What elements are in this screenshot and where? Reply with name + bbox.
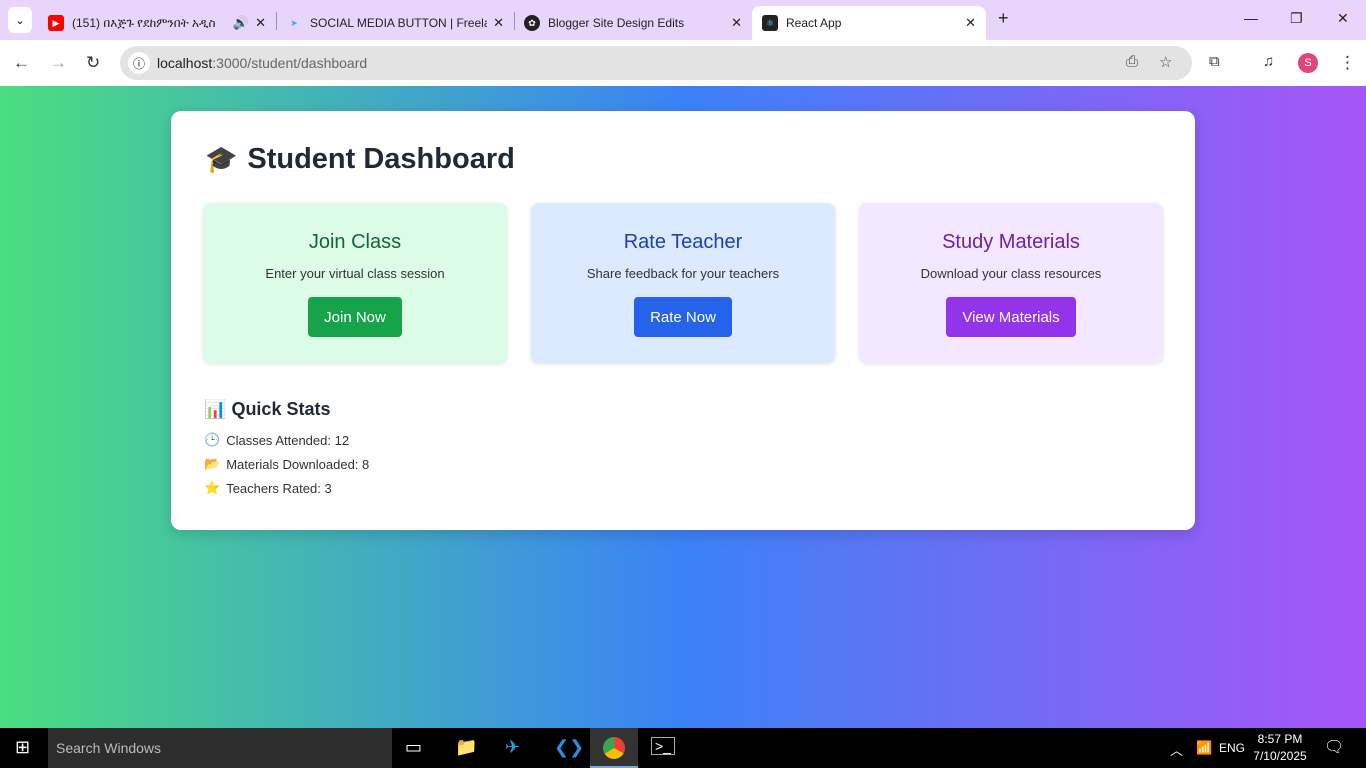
card-description: Enter your virtual class session <box>265 266 445 281</box>
reload-icon[interactable]: ↻ <box>86 53 100 73</box>
tab-strip: ⌄ ▶ (151) በእጅጉ የደከምንበት አዲስ 🔊 ✕ ➤ SOCIAL … <box>0 0 1366 40</box>
tab-social-media[interactable]: ➤ SOCIAL MEDIA BUTTON | Freela ✕ <box>276 6 514 40</box>
card-title: Rate Teacher <box>623 231 743 253</box>
bookmark-star-icon[interactable]: ☆ <box>1159 53 1172 71</box>
back-icon[interactable]: ← <box>13 53 30 73</box>
forward-icon[interactable]: → <box>50 53 67 73</box>
bar-chart-icon: 📊 <box>204 399 227 419</box>
tab-title: React App <box>786 16 842 30</box>
menu-icon[interactable]: ⋮ <box>1339 53 1356 73</box>
show-hidden-icons[interactable]: ︿ <box>1170 740 1183 759</box>
chatgpt-icon: ✿ <box>524 15 540 31</box>
close-window-button[interactable]: ✕ <box>1337 10 1349 27</box>
tab-title: Blogger Site Design Edits <box>548 16 685 30</box>
browser-toolbar: ← → ↻ ⓘ localhost:3000/student/dashboard… <box>0 40 1366 86</box>
star-icon: ⭐ <box>204 480 221 495</box>
telegram-icon[interactable]: ✈ <box>505 737 520 758</box>
react-icon: ⚛ <box>762 15 778 31</box>
page-title-text: Student Dashboard <box>247 143 515 175</box>
terminal-icon[interactable]: >_ <box>651 737 675 755</box>
vscode-icon[interactable]: ❮❯ <box>554 737 584 758</box>
tab-react-app[interactable]: ⚛ React App ✕ <box>752 6 986 40</box>
join-now-button[interactable]: Join Now <box>308 297 402 337</box>
youtube-icon: ▶ <box>48 15 64 31</box>
stat-materials-downloaded: 📂 Materials Downloaded: 8 <box>204 456 369 472</box>
language-indicator[interactable]: ENG <box>1219 741 1245 755</box>
study-materials-card: Study Materials Download your class reso… <box>859 203 1163 363</box>
windows-start-icon[interactable]: ⊞ <box>15 737 30 758</box>
close-tab-icon[interactable]: ✕ <box>731 15 742 31</box>
chrome-icon <box>603 737 625 759</box>
stat-text: Teachers Rated: 3 <box>226 480 332 496</box>
card-description: Share feedback for your teachers <box>586 266 780 281</box>
quick-stats-title: Quick Stats <box>231 399 331 419</box>
dashboard-card: 🎓 Student Dashboard Join Class Enter you… <box>171 111 1195 530</box>
file-explorer-icon[interactable]: 📁 <box>455 737 477 758</box>
quick-stats-heading: 📊 Quick Stats <box>204 399 330 420</box>
view-materials-button[interactable]: View Materials <box>946 297 1076 337</box>
speaker-icon[interactable]: 🔊 <box>233 15 249 31</box>
freelancer-icon: ➤ <box>290 17 298 28</box>
task-view-icon[interactable]: ▭ <box>405 737 422 758</box>
close-tab-icon[interactable]: ✕ <box>493 15 504 31</box>
card-title: Study Materials <box>942 231 1080 253</box>
card-description: Download your class resources <box>920 266 1102 281</box>
rate-teacher-card: Rate Teacher Share feedback for your tea… <box>531 203 835 363</box>
clock-icon: 🕒 <box>204 432 221 447</box>
graduation-cap-icon: 🎓 <box>205 144 238 174</box>
site-info-icon[interactable]: ⓘ <box>128 52 150 74</box>
windows-taskbar: ⊞ Search Windows ▭ 📁 ✈ ❮❯ >_ ︿ 📶 ENG 8:5… <box>0 728 1366 768</box>
close-tab-icon[interactable]: ✕ <box>965 15 976 31</box>
tab-youtube[interactable]: ▶ (151) በእጅጉ የደከምንበት አዲስ 🔊 ✕ <box>38 6 276 40</box>
restore-button[interactable]: ❐ <box>1290 10 1303 27</box>
close-tab-icon[interactable]: ✕ <box>255 15 266 31</box>
clock[interactable]: 8:57 PM 7/10/2025 <box>1250 731 1310 765</box>
join-class-card: Join Class Enter your virtual class sess… <box>203 203 507 363</box>
wifi-icon[interactable]: 📶 <box>1196 740 1212 756</box>
rate-now-button[interactable]: Rate Now <box>634 297 732 337</box>
chrome-taskbar-button[interactable] <box>590 728 638 768</box>
minimize-button[interactable]: — <box>1244 10 1258 26</box>
tab-title: (151) በእጅጉ የደከምንበት አዲስ <box>72 15 216 30</box>
taskbar-search[interactable]: Search Windows <box>48 728 392 768</box>
extensions-icon[interactable]: ⧉ <box>1209 53 1220 70</box>
new-tab-button[interactable]: + <box>998 8 1009 29</box>
install-app-icon[interactable]: ⎙ <box>1126 53 1138 70</box>
tab-blogger[interactable]: ✿ Blogger Site Design Edits ✕ <box>514 6 752 40</box>
folder-icon: 📂 <box>204 456 221 471</box>
stat-text: Classes Attended: 12 <box>226 432 350 448</box>
page-background: 🎓 Student Dashboard Join Class Enter you… <box>0 86 1366 728</box>
time: 8:57 PM <box>1257 732 1303 746</box>
url-text[interactable]: localhost:3000/student/dashboard <box>157 55 367 71</box>
profile-avatar[interactable]: S <box>1298 53 1318 73</box>
tab-title: SOCIAL MEDIA BUTTON | Freela <box>310 16 488 30</box>
address-bar[interactable]: ⓘ localhost:3000/student/dashboard ⎙ ☆ <box>120 46 1192 80</box>
date: 7/10/2025 <box>1253 749 1307 763</box>
card-title: Join Class <box>308 231 402 253</box>
notifications-icon[interactable]: 🗨 <box>1324 737 1344 757</box>
media-control-icon[interactable]: ♫ <box>1263 53 1274 70</box>
stat-classes-attended: 🕒 Classes Attended: 12 <box>204 432 349 448</box>
stat-teachers-rated: ⭐ Teachers Rated: 3 <box>204 480 332 496</box>
tab-search-button[interactable]: ⌄ <box>8 7 32 33</box>
page-title: 🎓 Student Dashboard <box>205 143 515 176</box>
stat-text: Materials Downloaded: 8 <box>226 456 370 472</box>
